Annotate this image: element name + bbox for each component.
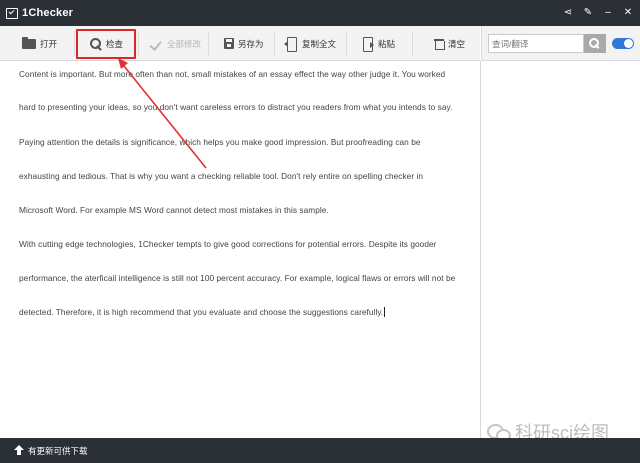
save-as-button-label: 另存为 bbox=[238, 38, 264, 49]
editor-line: With cutting edge technologies, 1Checker… bbox=[19, 239, 437, 249]
panel-toggle[interactable] bbox=[612, 38, 634, 49]
minimize-icon[interactable]: – bbox=[602, 7, 614, 19]
lookup-input[interactable] bbox=[488, 34, 584, 53]
window-controls: ⋖ ✎ – ✕ bbox=[562, 0, 634, 26]
share-icon[interactable]: ⋖ bbox=[562, 7, 574, 19]
open-button-label: 打开 bbox=[40, 38, 58, 49]
editor-line: Paying attention the details is signific… bbox=[19, 137, 421, 147]
editor-line: Content is important. But more often tha… bbox=[19, 69, 446, 79]
accept-all-button-label: 全部修改 bbox=[167, 38, 202, 49]
toolbar-divider bbox=[346, 31, 347, 56]
checkmark-icon bbox=[151, 39, 163, 49]
paste-button[interactable]: 粘贴 bbox=[360, 26, 395, 61]
edit-icon[interactable]: ✎ bbox=[582, 7, 594, 19]
close-icon[interactable]: ✕ bbox=[622, 7, 634, 19]
text-editor[interactable]: Content is important. But more often tha… bbox=[0, 61, 481, 438]
app-logo-icon bbox=[6, 7, 18, 19]
editor-line: exhausting and tedious. That is why you … bbox=[19, 171, 424, 181]
copy-document-icon bbox=[284, 36, 298, 52]
editor-line: Microsoft Word. For example MS Word cann… bbox=[19, 205, 329, 215]
toolbar: 打开 检查 全部修改 另存为 复制全文 粘贴 清空 bbox=[0, 26, 480, 61]
upload-arrow-icon bbox=[14, 444, 24, 457]
results-panel bbox=[481, 61, 640, 438]
clear-button-label: 清空 bbox=[448, 38, 466, 49]
status-bar: 有更新可供下载 bbox=[0, 438, 640, 463]
copy-all-button[interactable]: 复制全文 bbox=[284, 26, 336, 61]
editor-line: hard to presenting your ideas, so you do… bbox=[19, 102, 453, 112]
editor-line: performance, the aterficail intelligence… bbox=[19, 273, 456, 283]
save-as-button[interactable]: 另存为 bbox=[224, 26, 264, 61]
app-title: 1Checker bbox=[22, 7, 74, 19]
trash-icon bbox=[434, 38, 445, 50]
open-button[interactable]: 打开 bbox=[22, 26, 57, 61]
editor-line-text: detected. Therefore, it is high recommen… bbox=[19, 307, 384, 317]
clear-button[interactable]: 清空 bbox=[434, 26, 465, 61]
paste-document-icon bbox=[360, 36, 374, 52]
lookup-panel bbox=[481, 26, 640, 61]
update-available-link[interactable]: 有更新可供下载 bbox=[28, 445, 88, 457]
toolbar-divider bbox=[138, 31, 139, 56]
toolbar-divider bbox=[208, 31, 209, 56]
toolbar-divider bbox=[274, 31, 275, 56]
folder-icon bbox=[22, 36, 36, 49]
copy-all-button-label: 复制全文 bbox=[302, 38, 337, 49]
accept-all-button[interactable]: 全部修改 bbox=[151, 26, 201, 61]
toolbar-divider bbox=[412, 31, 413, 56]
save-icon bbox=[224, 38, 234, 49]
toolbar-divider bbox=[74, 31, 75, 56]
title-bar: 1Checker ⋖ ✎ – ✕ bbox=[0, 0, 640, 26]
search-icon bbox=[589, 37, 601, 50]
text-caret bbox=[384, 307, 386, 317]
paste-button-label: 粘贴 bbox=[378, 38, 396, 49]
editor-line-last: detected. Therefore, it is high recommen… bbox=[19, 307, 386, 317]
lookup-button[interactable] bbox=[584, 34, 606, 53]
check-button-highlight bbox=[76, 29, 136, 59]
